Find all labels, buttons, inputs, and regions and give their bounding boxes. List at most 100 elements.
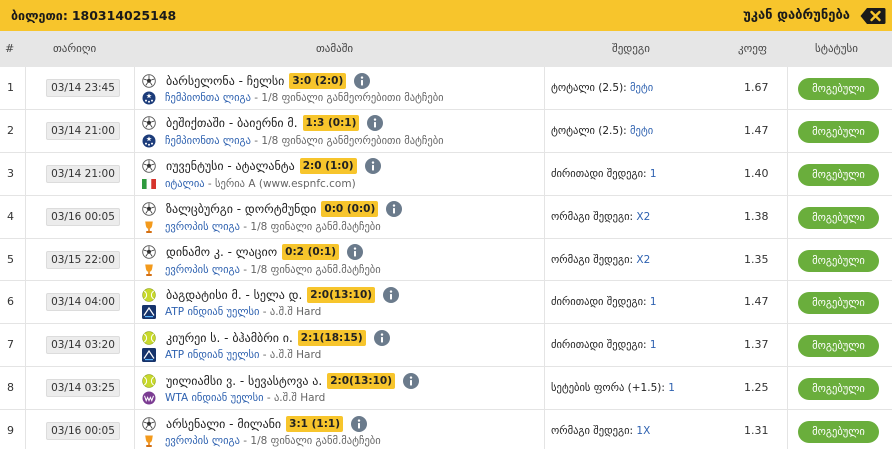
league-name: ATP ინდიან უელსი <box>165 306 260 319</box>
league-link[interactable]: ევროპის ლიგა - 1/8 ფინალი განმ.მატჩები <box>165 221 381 233</box>
bet-cell: ორმაგი შედეგი: X2 <box>551 239 650 281</box>
table-row: 8 03/14 03:25 უილიამსი ვ. - სევასტოვა ა.… <box>0 367 892 411</box>
match-teams[interactable]: იუვენტუსი - ატალანტა <box>166 159 295 173</box>
match-teams[interactable]: ბეშიქთაში - ბაიერნი მ. <box>166 116 298 130</box>
bets-table-body: 1 03/14 23:45 ბარსელონა - ჩელსი 3:0 (2:0… <box>0 67 892 449</box>
football-icon <box>142 202 156 216</box>
match-cell: ბაგდატისი მ. - სელა დ. 2:0(13:10) ATP ინ… <box>142 285 542 321</box>
back-button[interactable]: უკან დაბრუნება <box>743 7 892 25</box>
info-icon[interactable] <box>351 415 368 432</box>
league-stage: - 1/8 ფინალი განმ.მატჩები <box>239 220 381 233</box>
odds-value: 1.67 <box>744 81 769 94</box>
league-stage: - სერია A (www.espnfc.com) <box>204 177 356 190</box>
row-number: 9 <box>7 424 14 438</box>
bet-cell: სეტების ფორა (+1.5): 1 <box>551 367 675 409</box>
football-icon <box>142 116 156 131</box>
league-link[interactable]: ATP ინდიან უელსი - ა.შ.შ Hard <box>165 306 321 318</box>
europa-league-icon <box>142 434 156 448</box>
match-teams[interactable]: არსენალი - მილანი <box>166 417 281 431</box>
league-name: ATP ინდიან უელსი <box>165 349 260 362</box>
info-icon[interactable] <box>354 72 371 89</box>
ticket-header-bar: ბილეთი: 180314025148 უკან დაბრუნება <box>0 0 892 31</box>
league-name: ევროპის ლიგა <box>165 263 240 276</box>
champions-league-icon <box>142 91 156 105</box>
status-badge[interactable]: მოგებული <box>798 120 879 143</box>
bet-value: X2 <box>636 210 651 223</box>
match-date: 03/14 03:25 <box>46 379 120 398</box>
table-row: 3 03/14 21:00 იუვენტუსი - ატალანტა 2:0 (… <box>0 152 892 196</box>
info-icon[interactable] <box>403 372 420 389</box>
status-badge[interactable]: მოგებული <box>798 78 879 100</box>
match-teams[interactable]: კიურეი ს. - ბჰამბრი ი. <box>166 331 293 345</box>
status-badge[interactable]: მოგებული <box>798 421 879 444</box>
league-link[interactable]: ATP ინდიან უელსი - ა.შ.შ Hard <box>165 349 321 361</box>
info-icon[interactable] <box>383 286 400 303</box>
league-link[interactable]: ჩემპიონთა ლიგა - 1/8 ფინალი განმეორებითი… <box>165 135 444 147</box>
atp-icon <box>142 348 156 363</box>
league-stage: - 1/8 ფინალი განმეორებითი მატჩები <box>250 92 444 104</box>
info-icon[interactable] <box>373 329 390 346</box>
col-header-status: სტატუსი <box>815 42 858 55</box>
match-date: 03/14 21:00 <box>46 121 120 140</box>
bet-cell: ტოტალი (2.5): მეტი <box>551 67 653 109</box>
table-row: 4 03/16 00:05 ზალცბურგი - დორტმუნდი 0:0 … <box>0 195 892 239</box>
table-row: 2 03/14 21:00 ბეშიქთაში - ბაიერნი მ. 1:3… <box>0 109 892 153</box>
match-teams[interactable]: ზალცბურგი - დორტმუნდი <box>166 202 316 216</box>
row-number: 1 <box>7 81 14 94</box>
bet-value: 1 <box>649 339 657 352</box>
col-header-num: # <box>5 42 15 55</box>
status-badge[interactable]: მოგებული <box>798 378 879 401</box>
ticket-title: ბილეთი: 180314025148 <box>0 8 176 23</box>
match-teams[interactable]: უილიამსი ვ. - სევასტოვა ა. <box>166 374 322 388</box>
col-header-odds: კოეფ <box>738 42 767 55</box>
league-link[interactable]: იტალია - სერია A (www.espnfc.com) <box>165 178 356 190</box>
match-date: 03/16 00:05 <box>46 422 120 441</box>
match-teams[interactable]: ბარსელონა - ჩელსი <box>166 74 284 88</box>
col-header-date: თარიღი <box>53 42 97 55</box>
league-stage: - ა.შ.შ Hard <box>259 306 322 319</box>
odds-value: 1.47 <box>744 123 769 137</box>
match-date: 03/14 23:45 <box>46 79 120 97</box>
match-cell: ბეშიქთაში - ბაიერნი მ. 1:3 (0:1) ჩემპიონ… <box>142 114 542 150</box>
league-stage: - 1/8 ფინალი განმ.მატჩები <box>239 435 381 448</box>
match-teams[interactable]: ბაგდატისი მ. - სელა დ. <box>166 288 302 302</box>
table-header: # თარიღი თამაში შედეგი კოეფ სტატუსი <box>0 31 892 67</box>
football-icon <box>142 159 156 174</box>
league-link[interactable]: ევროპის ლიგა - 1/8 ფინალი განმ.მატჩები <box>165 264 381 276</box>
match-cell: ზალცბურგი - დორტმუნდი 0:0 (0:0) ევროპის … <box>142 200 542 236</box>
info-icon[interactable] <box>367 115 384 132</box>
match-score: 2:0 (1:0) <box>299 158 357 175</box>
league-link[interactable]: WTA ინდიან უელსი - ა.შ.შ Hard <box>165 392 325 404</box>
match-score: 1:3 (0:1) <box>302 115 360 132</box>
bet-label: ძირითადი შედეგი: <box>551 296 650 309</box>
match-score: 3:1 (1:1) <box>286 415 344 432</box>
ticket-number: 180314025148 <box>71 8 177 23</box>
match-teams[interactable]: დინამო კ. - ლაციო <box>166 245 277 259</box>
bet-value: X2 <box>636 253 651 266</box>
europa-league-icon <box>142 220 156 234</box>
league-link[interactable]: ჩემპიონთა ლიგა - 1/8 ფინალი განმეორებითი… <box>165 92 444 104</box>
status-badge[interactable]: მოგებული <box>798 335 879 358</box>
tennis-ball-icon <box>142 288 156 302</box>
status-badge[interactable]: მოგებული <box>798 206 879 229</box>
football-icon <box>142 245 156 259</box>
row-number: 4 <box>7 209 14 223</box>
match-score: 2:0(13:10) <box>327 372 396 389</box>
info-icon[interactable] <box>364 158 381 175</box>
match-date: 03/16 00:05 <box>46 207 120 226</box>
bet-label: ორმაგი შედეგი: <box>551 210 637 223</box>
match-cell: უილიამსი ვ. - სევასტოვა ა. 2:0(13:10) WT… <box>142 371 542 407</box>
match-score: 2:1(18:15) <box>297 329 366 346</box>
ticket-label: ბილეთი: <box>11 8 68 23</box>
table-row: 1 03/14 23:45 ბარსელონა - ჩელსი 3:0 (2:0… <box>0 67 892 110</box>
info-icon[interactable] <box>386 201 403 218</box>
league-stage: - ა.შ.შ Hard <box>259 349 322 362</box>
bet-label: ტოტალი (2.5): <box>551 124 631 137</box>
status-badge[interactable]: მოგებული <box>798 163 879 186</box>
league-link[interactable]: ევროპის ლიგა - 1/8 ფინალი განმ.მატჩები <box>165 435 381 447</box>
status-badge[interactable]: მოგებული <box>798 292 879 315</box>
status-badge[interactable]: მოგებული <box>798 249 879 272</box>
info-icon[interactable] <box>347 244 364 261</box>
match-date: 03/14 21:00 <box>46 164 120 183</box>
odds-value: 1.38 <box>744 209 769 223</box>
